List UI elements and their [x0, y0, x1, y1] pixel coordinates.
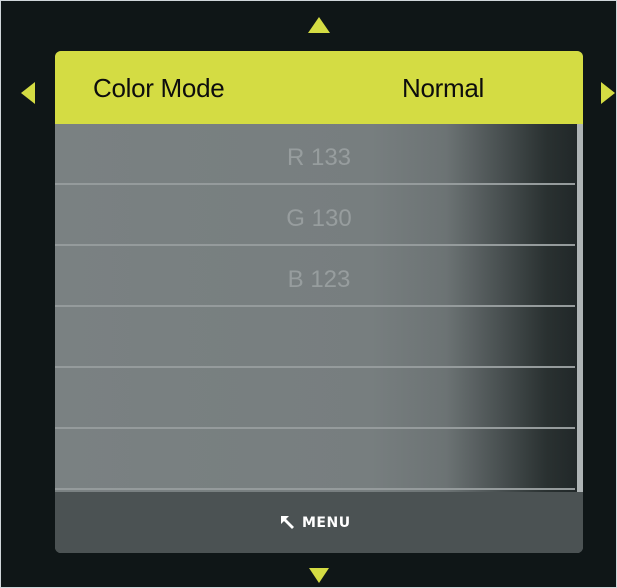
list-item[interactable] [55, 368, 575, 429]
list-item-label: B 123 [287, 266, 351, 293]
scrollbar[interactable] [577, 124, 583, 492]
selected-menu-item[interactable]: Color Mode Normal [55, 51, 583, 124]
list-item[interactable]: R 133 [55, 124, 575, 185]
list-item[interactable]: G 130 [55, 185, 575, 246]
menu-label: MENU [302, 515, 351, 531]
return-arrow-icon [281, 516, 294, 529]
arrow-up-icon[interactable] [308, 17, 330, 33]
selected-item-label: Color Mode [93, 73, 225, 103]
arrow-down-icon[interactable] [309, 568, 329, 583]
arrow-right-icon[interactable] [601, 82, 615, 104]
menu-list: R 133 G 130 B 123 [55, 124, 583, 492]
list-item[interactable] [55, 307, 575, 368]
list-item-label: R 133 [286, 144, 352, 171]
list-item[interactable]: B 123 [55, 246, 575, 307]
menu-back-button[interactable]: MENU [281, 514, 351, 532]
arrow-left-icon[interactable] [21, 82, 35, 104]
list-item[interactable] [55, 429, 575, 490]
menu-footer: MENU [55, 492, 583, 553]
osd-menu-panel: Color Mode Normal R 133 G 130 B 123 MENU [55, 51, 583, 553]
selected-item-value: Normal [402, 73, 484, 103]
list-item-label: G 130 [286, 205, 352, 232]
